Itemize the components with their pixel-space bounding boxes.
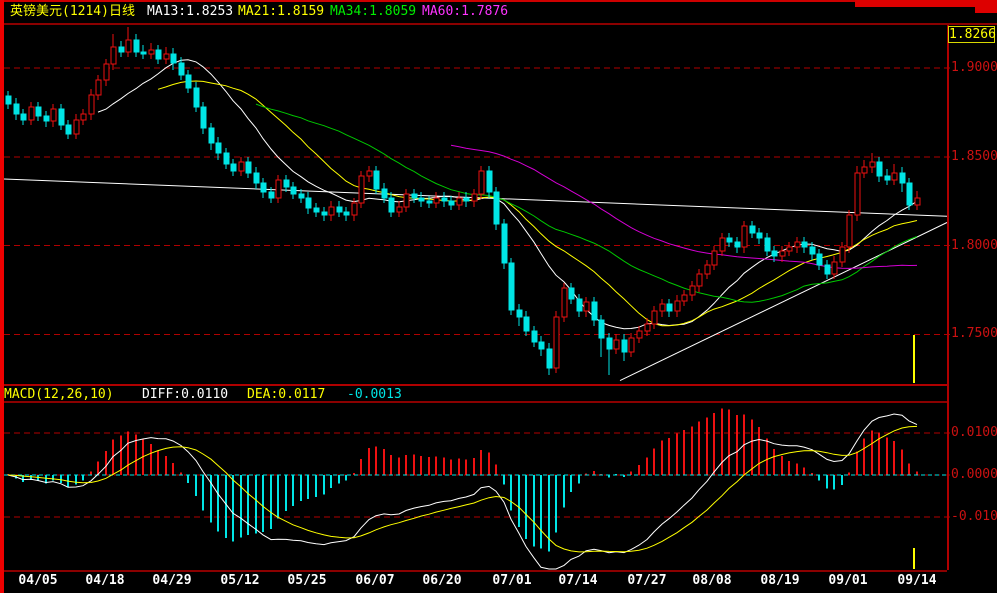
date-label: 04/29: [152, 573, 192, 588]
date-label: 06/20: [422, 573, 462, 588]
date-label: 08/19: [760, 573, 800, 588]
date-label: 07/14: [558, 573, 598, 588]
date-label: 05/12: [220, 573, 260, 588]
price-axis-label: 1.8000: [951, 237, 997, 253]
macd-axis-label: 0.0000: [951, 467, 997, 482]
date-label: 04/18: [85, 573, 125, 588]
price-axis-label: 1.7500: [951, 326, 997, 342]
latest-price-box: 1.8266: [948, 26, 996, 43]
date-label: 09/01: [828, 573, 868, 588]
macd-axis-label: 0.0100: [951, 425, 997, 440]
date-label: 07/27: [627, 573, 667, 588]
date-label: 04/05: [18, 573, 58, 588]
date-label: 06/07: [355, 573, 395, 588]
date-label: 05/25: [287, 573, 327, 588]
date-label: 09/14: [897, 573, 937, 588]
date-label: 08/08: [692, 573, 732, 588]
price-axis-label: 1.8500: [951, 148, 997, 164]
price-axis-label: 1.9000: [951, 60, 997, 75]
macd-axis-label: -0.0100: [951, 509, 997, 524]
chart-canvas[interactable]: [0, 0, 997, 593]
date-label: 07/01: [492, 573, 532, 588]
